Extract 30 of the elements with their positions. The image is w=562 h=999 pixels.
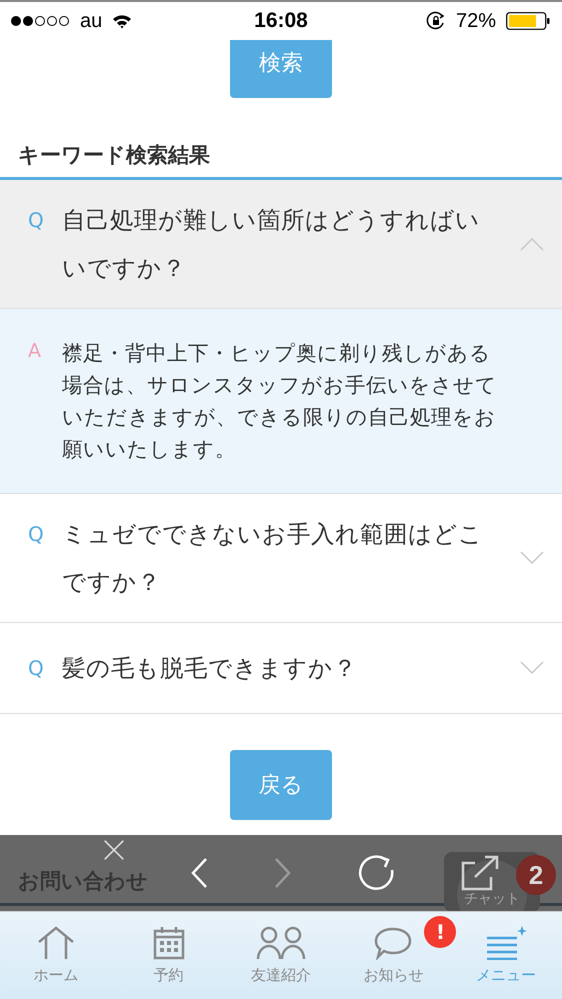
reload-icon[interactable] — [358, 854, 396, 892]
close-icon[interactable] — [102, 839, 125, 861]
house-icon — [37, 926, 76, 960]
search-button[interactable]: 検索 — [230, 40, 332, 98]
section-heading: キーワード検索結果 — [17, 142, 211, 169]
wifi-icon — [112, 14, 132, 28]
menu-icon — [484, 926, 527, 960]
notification-badge: ! — [424, 916, 456, 948]
signal-icon — [10, 15, 70, 27]
share-icon[interactable] — [461, 855, 500, 891]
rotation-lock-icon — [426, 11, 446, 31]
faq-question[interactable]: Q 自己処理が難しい箇所はどうすればいいですか？ — [0, 180, 562, 309]
people-icon — [256, 926, 306, 960]
battery-percent: 72% — [456, 10, 496, 32]
tab-item[interactable]: お知らせ — [363, 926, 424, 985]
chevron-icon — [520, 551, 544, 565]
battery-icon — [506, 12, 550, 30]
tab-item[interactable]: メニュー — [476, 926, 536, 985]
tab-item[interactable]: 予約 — [152, 926, 185, 985]
calendar-icon — [152, 926, 185, 960]
speech-bubble-icon — [374, 926, 412, 960]
back-icon[interactable] — [190, 857, 208, 889]
tab-item[interactable]: ホーム — [34, 926, 79, 985]
tab-item[interactable]: 友達紹介 — [250, 926, 311, 985]
carrier-name: au — [80, 10, 102, 32]
chevron-icon — [520, 661, 544, 675]
faq-answer: A 襟足・背中上下・ヒップ奥に剃り残しがある場合は、サロンスタッフがお手伝いをさせていただきますが、できる限りの自己処理をお願いいたします。 — [0, 309, 562, 494]
back-button[interactable]: 戻る — [230, 750, 332, 820]
chevron-icon — [520, 237, 544, 251]
status-time: 16:08 — [254, 9, 308, 33]
